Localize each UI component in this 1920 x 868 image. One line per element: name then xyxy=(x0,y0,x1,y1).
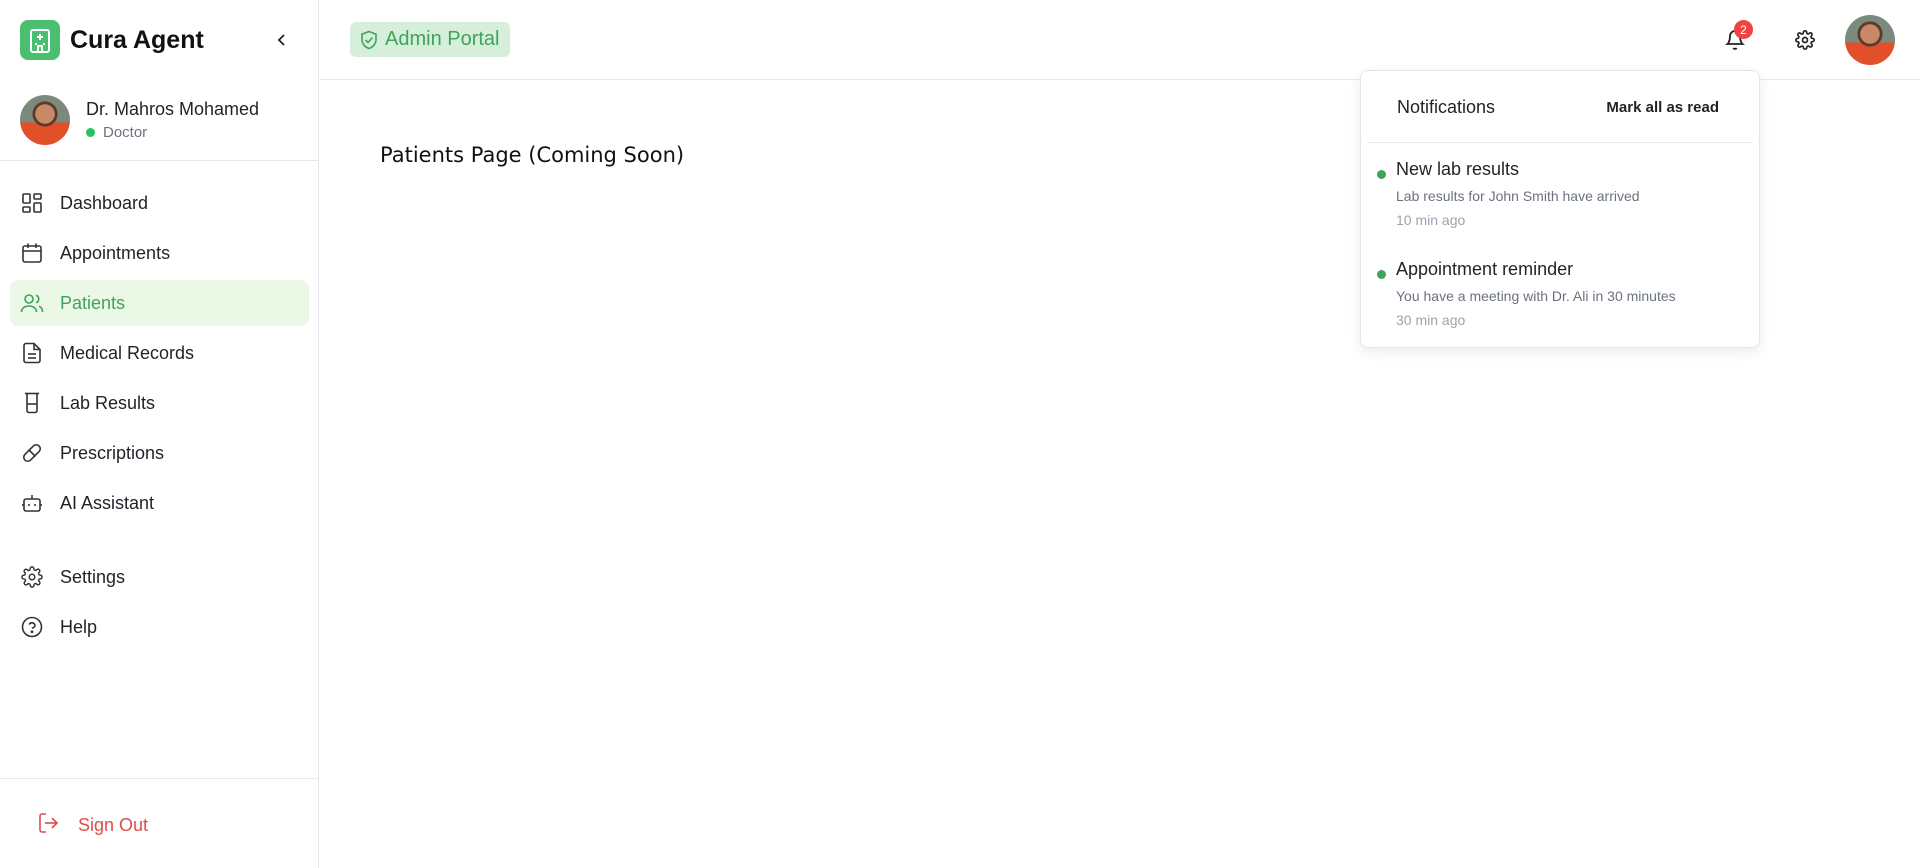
log-out-icon xyxy=(38,812,60,839)
sidebar-item-label: AI Assistant xyxy=(60,492,155,513)
sidebar-divider xyxy=(0,160,319,161)
help-circle-icon xyxy=(20,615,44,639)
notification-title: New lab results xyxy=(1396,159,1520,179)
gear-icon xyxy=(1795,30,1815,50)
sidebar-item-patients[interactable]: Patients xyxy=(10,280,309,326)
sidebar-item-help[interactable]: Help xyxy=(10,604,309,650)
online-status-dot xyxy=(86,128,95,137)
unread-dot xyxy=(1377,170,1386,179)
profile-name: Dr. Mahros Mohamed xyxy=(86,99,260,119)
notification-item[interactable]: Appointment reminder You have a meeting … xyxy=(1361,259,1759,349)
notifications-title: Notifications xyxy=(1397,96,1496,117)
app-root: Cura Agent Dr. Mahros Mohamed Doctor Das… xyxy=(0,0,1920,868)
gear-icon xyxy=(20,565,44,589)
sidebar: Cura Agent Dr. Mahros Mohamed Doctor Das… xyxy=(0,0,319,868)
sidebar-footer-divider xyxy=(0,778,319,779)
sidebar-item-ai-assistant[interactable]: AI Assistant xyxy=(10,480,309,526)
notification-item[interactable]: New lab results Lab results for John Smi… xyxy=(1361,159,1759,249)
sidebar-item-label: Help xyxy=(60,616,98,637)
file-text-icon xyxy=(20,341,44,365)
sidebar-item-appointments[interactable]: Appointments xyxy=(10,230,309,276)
profile-info: Dr. Mahros Mohamed Doctor xyxy=(86,99,259,141)
avatar xyxy=(20,95,70,145)
sidebar-item-label: Lab Results xyxy=(60,392,156,413)
unread-dot xyxy=(1377,270,1386,279)
sidebar-item-label: Prescriptions xyxy=(60,442,165,463)
notification-count-badge: 2 xyxy=(1734,20,1753,39)
hospital-logo-icon xyxy=(20,20,60,60)
notifications-button[interactable]: 2 xyxy=(1715,20,1755,60)
users-icon xyxy=(20,291,44,315)
sidebar-item-dashboard[interactable]: Dashboard xyxy=(10,180,309,226)
calendar-icon xyxy=(20,241,44,265)
brand: Cura Agent xyxy=(20,20,300,60)
notification-description: Lab results for John Smith have arrived xyxy=(1396,188,1640,204)
collapse-sidebar-button[interactable] xyxy=(268,26,296,54)
sidebar-item-medical-records[interactable]: Medical Records xyxy=(10,330,309,376)
mark-all-read-button[interactable]: Mark all as read xyxy=(1606,99,1719,116)
dashboard-icon xyxy=(20,191,44,215)
profile-role: Doctor xyxy=(86,124,259,141)
pill-icon xyxy=(20,441,44,465)
sign-out-label: Sign Out xyxy=(78,814,149,835)
notification-time: 30 min ago xyxy=(1396,312,1466,328)
portal-badge: Admin Portal xyxy=(350,22,510,57)
bot-icon xyxy=(20,491,44,515)
sidebar-nav: Dashboard Appointments Patients Medical … xyxy=(10,180,309,654)
page-title: Patients Page (Coming Soon) xyxy=(380,143,685,167)
profile-role-label: Doctor xyxy=(103,124,148,141)
shield-check-icon xyxy=(361,30,377,49)
user-profile: Dr. Mahros Mohamed Doctor xyxy=(20,95,310,145)
sidebar-item-label: Dashboard xyxy=(60,192,149,213)
notification-time: 10 min ago xyxy=(1396,212,1466,228)
chevron-left-icon xyxy=(277,34,285,46)
sidebar-item-settings[interactable]: Settings xyxy=(10,554,309,600)
sidebar-item-prescriptions[interactable]: Prescriptions xyxy=(10,430,309,476)
beaker-icon xyxy=(20,391,44,415)
sidebar-item-label: Patients xyxy=(60,292,126,313)
notifications-divider xyxy=(1367,142,1753,143)
sidebar-item-label: Settings xyxy=(60,566,126,587)
sign-out-button[interactable]: Sign Out xyxy=(38,810,148,840)
notifications-header: Notifications Mark all as read xyxy=(1361,71,1759,143)
sidebar-item-label: Appointments xyxy=(60,242,171,263)
portal-badge-label: Admin Portal xyxy=(385,28,500,50)
sidebar-item-lab-results[interactable]: Lab Results xyxy=(10,380,309,426)
brand-name: Cura Agent xyxy=(70,25,204,54)
notification-description: You have a meeting with Dr. Ali in 30 mi… xyxy=(1396,288,1676,304)
settings-button[interactable] xyxy=(1785,20,1825,60)
notifications-dropdown: Notifications Mark all as read New lab r… xyxy=(1360,70,1760,348)
sidebar-item-label: Medical Records xyxy=(60,342,195,363)
user-avatar-button[interactable] xyxy=(1845,15,1895,65)
top-header: Admin Portal 2 xyxy=(320,0,1920,80)
notification-title: Appointment reminder xyxy=(1396,259,1574,279)
